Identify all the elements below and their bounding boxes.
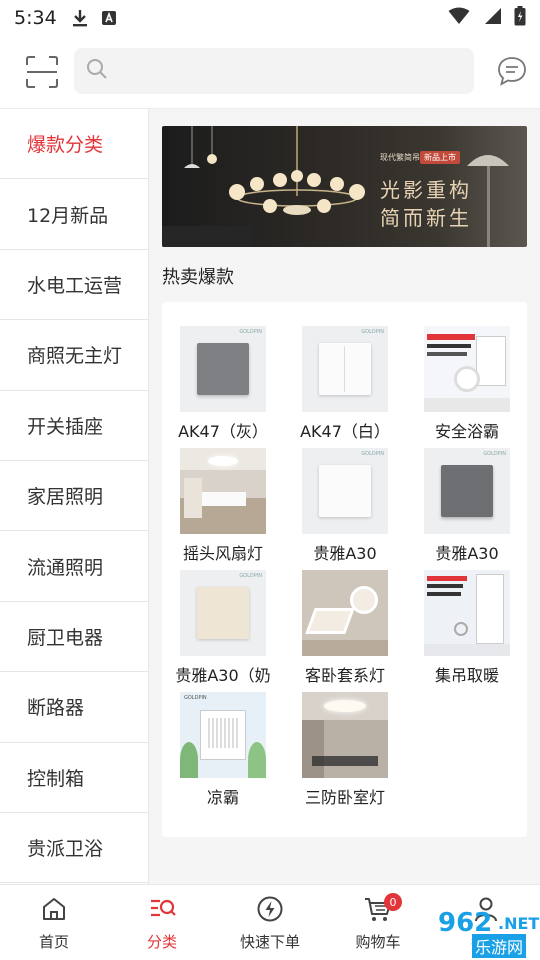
product-name: 贵雅A30（奶 [175,666,271,685]
product-name: 三防卧室灯 [304,788,385,807]
status-bar: 5:34 [0,0,540,36]
status-time: 5:34 [14,7,57,29]
sidebar-item-control-box[interactable]: 控制箱 [0,742,148,813]
category-sidebar: 爆款分类 12月新品 水电工运营 商照无主灯 开关插座 家居照明 流通照明 厨卫… [0,109,149,884]
product-item[interactable]: 集吊取暖 [406,570,518,691]
cream-switch-panel-image: GOLDPIN [180,570,266,656]
white-double-switch-panel-image: GOLDPIN [302,326,388,412]
product-item[interactable]: GOLDPIN 贵雅A30（奶 [162,570,274,691]
product-item[interactable]: 三防卧室灯 [284,692,396,813]
bath-heater-image [424,326,510,412]
product-grid: GOLDPIN AK47（灰） GOLDPIN AK47（白） 安全浴霸 摇头风… [162,302,527,837]
sidebar-item-commercial-lighting[interactable]: 商照无主灯 [0,320,148,391]
tab-home-label: 首页 [38,933,69,951]
tab-home[interactable]: 首页 [0,885,108,960]
category-content: 现代繁简吊灯 新品上市 光影重构 简而新生 热卖爆款 GOLDPIN AK47（… [149,109,540,884]
download-icon [71,8,89,28]
product-item[interactable]: 安全浴霸 [406,326,518,447]
cooling-fan-image: GOLDPIN [180,692,266,778]
product-item[interactable]: GOLDPIN AK47（灰） [162,326,274,447]
message-icon [496,55,528,91]
promo-banner[interactable]: 现代繁简吊灯 新品上市 光影重构 简而新生 [162,126,527,247]
product-name: 凉霸 [206,788,239,807]
banner-headline-2: 简而新生 [380,206,472,230]
dark-gray-switch-panel-image: GOLDPIN [424,448,510,534]
banner-headline-1: 光影重构 [380,178,472,202]
product-name: 贵雅A30 [435,544,499,563]
bedroom-ceiling-light-image [302,692,388,778]
sidebar-item-bathroom[interactable]: 贵派卫浴 [0,812,148,884]
tab-cart-label: 购物车 [355,933,401,951]
tab-category[interactable]: 分类 [108,885,216,960]
a-notification-icon [101,10,117,26]
message-button[interactable] [494,55,530,91]
product-name: AK47（灰） [178,422,268,441]
watermark-net: .NET [498,914,540,933]
sidebar-item-retail-lighting[interactable]: 流通照明 [0,531,148,602]
sidebar-item-switches-sockets[interactable]: 开关插座 [0,390,148,461]
sidebar-item-kitchen-bath[interactable]: 厨卫电器 [0,601,148,673]
product-item[interactable]: GOLDPIN 贵雅A30 [284,448,396,569]
wifi-icon [448,7,470,29]
product-item[interactable]: GOLDPIN 凉霸 [162,692,274,813]
product-name: 贵雅A30 [313,544,377,563]
product-item[interactable]: GOLDPIN AK47（白） [284,326,396,447]
product-name: 安全浴霸 [434,422,499,441]
product-item[interactable]: 摇头风扇灯 [162,448,274,569]
sidebar-item-home-lighting[interactable]: 家居照明 [0,460,148,532]
product-name: 客卧套系灯 [304,666,385,685]
tab-quick-order[interactable]: 快速下单 [216,885,324,960]
search-input[interactable] [116,61,456,81]
category-icon [148,895,176,927]
tab-category-label: 分类 [146,933,177,951]
section-title: 热卖爆款 [162,267,234,288]
chandelier-illustration [162,126,509,247]
home-icon [40,895,68,927]
product-name: AK47（白） [300,422,390,441]
tab-quick-order-label: 快速下单 [239,933,300,951]
scan-icon [25,55,59,93]
battery-icon [514,6,526,30]
search-icon [86,58,108,84]
product-item[interactable]: GOLDPIN 贵雅A30 [406,448,518,569]
signal-icon [482,7,502,29]
search-bar[interactable] [74,48,474,94]
sidebar-item-december-new[interactable]: 12月新品 [0,179,148,250]
sidebar-item-breakers[interactable]: 断路器 [0,672,148,743]
watermark-sub: 乐游网 [472,934,527,958]
sidebar-item-hot[interactable]: 爆款分类 [0,109,148,180]
scan-button[interactable] [22,54,62,94]
gray-switch-panel-image: GOLDPIN [180,326,266,412]
top-header [0,36,540,108]
bedroom-light-set-image [302,570,388,656]
product-name: 摇头风扇灯 [182,544,263,563]
site-watermark: 962 .NET 乐游网 [400,906,540,960]
sidebar-item-electrician[interactable]: 水电工运营 [0,249,148,321]
lightning-icon [256,895,284,927]
product-item[interactable]: 客卧套系灯 [284,570,396,691]
ceiling-fan-light-image [180,448,266,534]
banner-tag: 新品上市 [420,151,460,164]
status-right [448,6,526,30]
ceiling-heater-image [424,570,510,656]
white-switch-panel-image: GOLDPIN [302,448,388,534]
product-name: 集吊取暖 [434,666,499,685]
